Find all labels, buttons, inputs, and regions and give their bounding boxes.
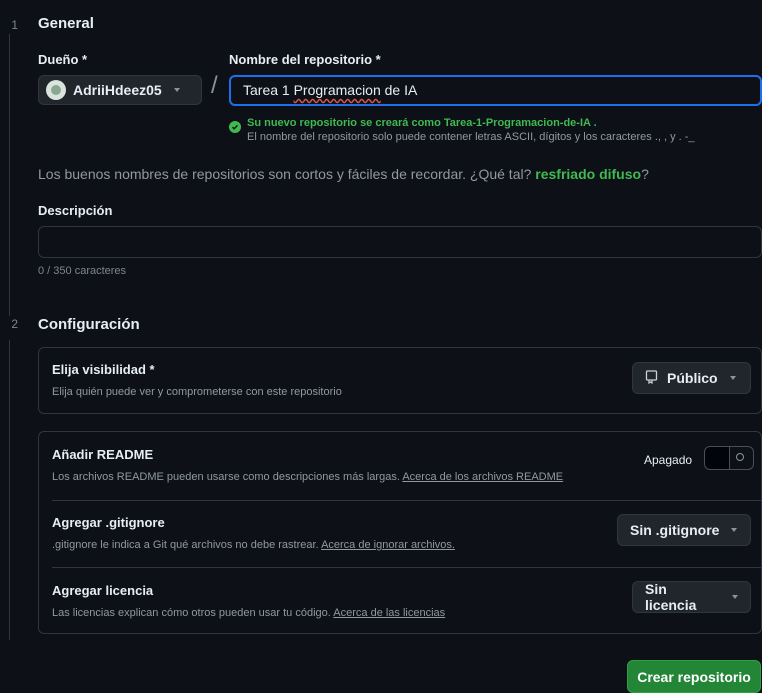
suggested-name[interactable]: resfriado difuso bbox=[535, 166, 641, 182]
readme-title: Añadir README bbox=[52, 447, 154, 462]
step-divider bbox=[9, 340, 10, 640]
license-select[interactable]: Sin licencia bbox=[632, 581, 751, 613]
path-separator: / bbox=[211, 72, 218, 99]
readme-help-link[interactable]: Acerca de los archivos README bbox=[402, 471, 563, 483]
repo-name-misspelled-word: Programacion bbox=[293, 82, 381, 98]
step-rail: 1 2 bbox=[0, 0, 22, 693]
visibility-value: Público bbox=[667, 370, 718, 386]
gitignore-help-link[interactable]: Acerca de ignorar archivos. bbox=[321, 539, 455, 551]
visibility-select[interactable]: Público bbox=[632, 362, 751, 394]
gitignore-desc-text: .gitignore le indica a Git qué archivos … bbox=[52, 539, 322, 551]
repo-name-text: Tarea 1 bbox=[243, 82, 294, 98]
visibility-desc: Elija quién puede ver y comprometerse co… bbox=[52, 386, 342, 398]
owner-name: AdriiHdeez05 bbox=[73, 82, 162, 98]
chevron-down-icon bbox=[732, 595, 738, 599]
check-circle-icon bbox=[229, 121, 241, 133]
repo-name-label: Nombre del repositorio * bbox=[229, 52, 381, 67]
section-title-general: General bbox=[38, 15, 94, 32]
toggle-off-icon bbox=[736, 453, 744, 461]
tagline-text: Los buenos nombres de repositorios son c… bbox=[38, 166, 536, 182]
readme-desc-text: Los archivos README pueden usarse como d… bbox=[52, 471, 403, 483]
section-title-configuration: Configuración bbox=[38, 316, 140, 333]
license-value: Sin licencia bbox=[645, 581, 697, 613]
license-desc-text: Las licencias explican cómo otros pueden… bbox=[52, 607, 334, 619]
ascii-hint: El nombre del repositorio solo puede con… bbox=[247, 131, 695, 143]
toggle-knob bbox=[705, 447, 730, 469]
gitignore-title: Agregar .gitignore bbox=[52, 515, 165, 530]
divider bbox=[52, 500, 761, 501]
readme-desc: Los archivos README pueden usarse como d… bbox=[52, 471, 563, 483]
tagline-text: ? bbox=[641, 166, 649, 182]
visibility-card: Elija visibilidad * Elija quién puede ve… bbox=[38, 347, 762, 414]
chevron-down-icon bbox=[729, 376, 736, 380]
divider bbox=[52, 567, 761, 568]
chevron-down-icon bbox=[173, 88, 180, 92]
license-title: Agregar licencia bbox=[52, 583, 154, 598]
gitignore-desc: .gitignore le indica a Git qué archivos … bbox=[52, 539, 455, 551]
step-number: 1 bbox=[11, 18, 18, 32]
owner-select[interactable]: AdriiHdeez05 bbox=[38, 75, 202, 105]
create-repository-button[interactable]: Crear repositorio bbox=[627, 660, 761, 693]
gitignore-value: Sin .gitignore bbox=[630, 522, 720, 538]
repo-name-text: de IA bbox=[380, 82, 418, 98]
readme-toggle[interactable] bbox=[704, 446, 754, 470]
chevron-down-icon bbox=[731, 528, 738, 532]
options-card: Añadir README Los archivos README pueden… bbox=[38, 431, 762, 634]
char-counter: 0 / 350 caracteres bbox=[38, 265, 127, 277]
name-available-message: Su nuevo repositorio se creará como Tare… bbox=[247, 117, 597, 129]
avatar bbox=[46, 80, 66, 100]
owner-label: Dueño * bbox=[38, 52, 88, 67]
license-desc: Las licencias explican cómo otros pueden… bbox=[52, 607, 445, 619]
step-divider bbox=[9, 34, 10, 316]
gitignore-select[interactable]: Sin .gitignore bbox=[617, 514, 751, 546]
description-input[interactable] bbox=[38, 226, 762, 258]
repo-name-input[interactable]: Tarea 1 Programacion de IA bbox=[229, 75, 762, 106]
description-label: Descripción bbox=[38, 203, 113, 218]
license-help-link[interactable]: Acerca de las licencias bbox=[333, 607, 445, 619]
repo-icon bbox=[645, 369, 658, 387]
step-number: 2 bbox=[11, 317, 18, 331]
name-suggestion-text: Los buenos nombres de repositorios son c… bbox=[38, 166, 649, 182]
visibility-title: Elija visibilidad * bbox=[52, 362, 155, 377]
readme-toggle-label: Apagado bbox=[644, 453, 693, 467]
